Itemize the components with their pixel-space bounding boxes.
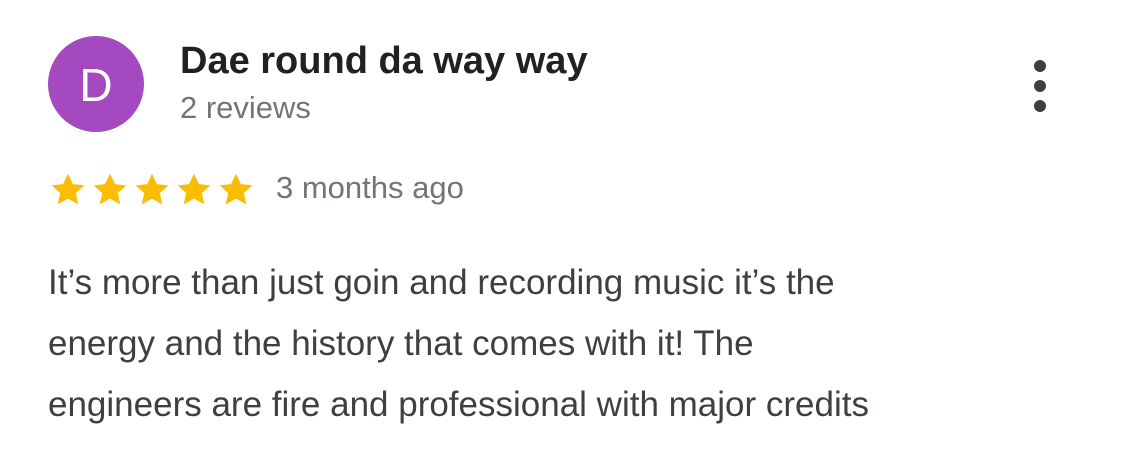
review-text-line: energy and the history that comes with i…: [48, 324, 754, 363]
review-date: 3 months ago: [276, 170, 464, 205]
review-text-line: engineers are fire and professional with…: [48, 385, 869, 424]
review-card: D Dae round da way way 2 reviews 3 month…: [0, 0, 1125, 454]
star-icon: [48, 170, 88, 210]
more-options-button[interactable]: [1016, 54, 1064, 118]
more-vert-icon-dot: [1034, 60, 1046, 72]
star-icon: [216, 170, 256, 210]
review-text-line: It’s more than just goin and recording m…: [48, 263, 835, 302]
star-icon: [174, 170, 214, 210]
star-rating: [48, 170, 256, 210]
more-vert-icon-dot: [1034, 100, 1046, 112]
star-icon: [90, 170, 130, 210]
avatar-initial: D: [79, 59, 113, 111]
review-count: 2 reviews: [180, 90, 311, 125]
review-text: It’s more than just goin and recording m…: [48, 252, 1088, 435]
more-vert-icon-dot: [1034, 80, 1046, 92]
author-name[interactable]: Dae round da way way: [180, 40, 588, 83]
star-icon: [132, 170, 172, 210]
avatar[interactable]: D: [48, 36, 144, 132]
